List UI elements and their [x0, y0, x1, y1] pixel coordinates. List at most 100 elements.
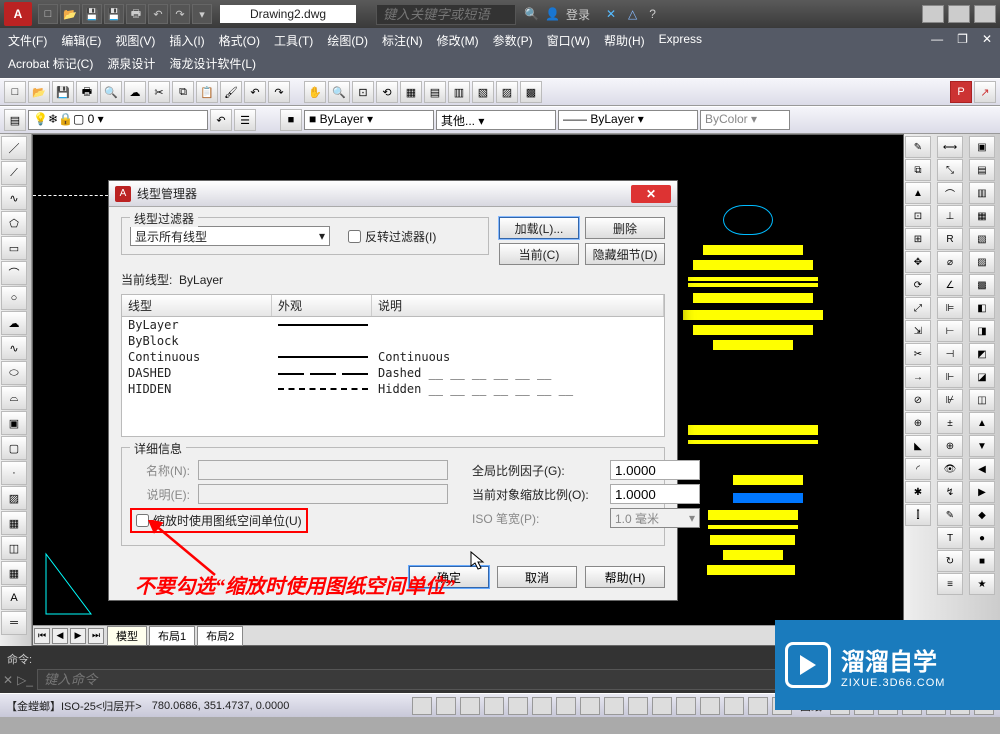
menu-param[interactable]: 参数(P): [493, 32, 533, 49]
rect-icon[interactable]: ▭: [1, 236, 27, 260]
mod-join-icon[interactable]: ⊕: [905, 412, 931, 434]
menu-dim[interactable]: 标注(N): [382, 32, 423, 49]
tb-publish-icon[interactable]: ☁: [124, 81, 146, 103]
tab-model[interactable]: 模型: [107, 626, 147, 646]
undo-icon[interactable]: ↶: [148, 4, 168, 24]
dim-linear-icon[interactable]: ⟷: [937, 136, 963, 158]
dim-space-icon[interactable]: ⊩: [937, 366, 963, 388]
tb-pdf-icon[interactable]: P: [950, 81, 972, 103]
tb-pdf2-icon[interactable]: ↗: [974, 81, 996, 103]
app-logo[interactable]: A: [4, 2, 32, 26]
tb-pan-icon[interactable]: ✋: [304, 81, 326, 103]
tab-prev-icon[interactable]: ◀: [52, 628, 68, 644]
tb-match-icon[interactable]: 🖌: [220, 81, 242, 103]
sb-layout-icon[interactable]: [748, 697, 768, 715]
cmd-close-icon[interactable]: ✕: [3, 673, 13, 687]
dim-update-icon[interactable]: ↻: [937, 550, 963, 572]
block-icon[interactable]: ▣: [1, 411, 27, 435]
tb-prop-icon[interactable]: ▦: [400, 81, 422, 103]
tb-markup-icon[interactable]: ▨: [496, 81, 518, 103]
col-appearance[interactable]: 外观: [272, 295, 372, 316]
sb-3dosnap-icon[interactable]: [532, 697, 552, 715]
dim-diam-icon[interactable]: ⌀: [937, 251, 963, 273]
sb-otrack-icon[interactable]: [556, 697, 576, 715]
minimize-icon[interactable]: —: [922, 5, 944, 23]
ext-6-icon[interactable]: ▨: [969, 251, 995, 273]
tb-ssm-icon[interactable]: ▧: [472, 81, 494, 103]
menu-draw[interactable]: 绘图(D): [327, 32, 368, 49]
dim-style-icon[interactable]: ≡: [937, 573, 963, 595]
obj-scale-input[interactable]: [610, 484, 700, 504]
tb-cut-icon[interactable]: ✂: [148, 81, 170, 103]
help-button[interactable]: 帮助(H): [585, 566, 665, 588]
close-icon[interactable]: ✕: [974, 5, 996, 23]
ext-17-icon[interactable]: ◆: [969, 504, 995, 526]
tab-layout2[interactable]: 布局2: [197, 626, 243, 646]
mdi-max-icon[interactable]: ❐: [957, 32, 968, 49]
layer-prev-icon[interactable]: ↶: [210, 109, 232, 131]
menu-format[interactable]: 格式(O): [219, 32, 260, 49]
dim-qdim-icon[interactable]: ⊫: [937, 297, 963, 319]
ext-8-icon[interactable]: ◧: [969, 297, 995, 319]
layer-mgr-icon[interactable]: ▤: [4, 109, 26, 131]
mod-chamfer-icon[interactable]: ◣: [905, 435, 931, 457]
tb-zoom-icon[interactable]: 🔍: [328, 81, 350, 103]
spline-icon[interactable]: ∿: [1, 186, 27, 210]
menu-hailong[interactable]: 海龙设计软件(L): [169, 55, 256, 72]
ext-3-icon[interactable]: ▥: [969, 182, 995, 204]
new-icon[interactable]: □: [38, 4, 58, 24]
ext-20-icon[interactable]: ★: [969, 573, 995, 595]
tab-layout1[interactable]: 布局1: [149, 626, 195, 646]
cancel-button[interactable]: 取消: [497, 566, 577, 588]
mod-stretch-icon[interactable]: ⇲: [905, 320, 931, 342]
color-btn[interactable]: ■: [280, 109, 302, 131]
linetype-selector[interactable]: 其他... ▾: [436, 110, 556, 130]
ellipse-icon[interactable]: ⬭: [1, 361, 27, 385]
sb-polar-icon[interactable]: [484, 697, 504, 715]
dim-insp-icon[interactable]: 👁: [937, 458, 963, 480]
dim-ord-icon[interactable]: ⊥: [937, 205, 963, 227]
mod-explode-icon[interactable]: ✱: [905, 481, 931, 503]
polyline-icon[interactable]: ⟋: [1, 161, 27, 185]
hatch-icon[interactable]: ▨: [1, 486, 27, 510]
tb-save-icon[interactable]: 💾: [52, 81, 74, 103]
mod-trim-icon[interactable]: ✂: [905, 343, 931, 365]
redo-icon[interactable]: ↷: [170, 4, 190, 24]
menu-tools[interactable]: 工具(T): [274, 32, 313, 49]
arc-icon[interactable]: ⌒: [1, 261, 27, 285]
menu-insert[interactable]: 插入(I): [169, 32, 204, 49]
ext-7-icon[interactable]: ▩: [969, 274, 995, 296]
sb-ducs-icon[interactable]: [580, 697, 600, 715]
dim-break-icon[interactable]: ⊮: [937, 389, 963, 411]
menu-window[interactable]: 窗口(W): [547, 32, 590, 49]
tb-calc-icon[interactable]: ▩: [520, 81, 542, 103]
sb-qp-icon[interactable]: [676, 697, 696, 715]
col-linetype[interactable]: 线型: [122, 295, 272, 316]
save-icon[interactable]: 💾: [82, 4, 102, 24]
line-icon[interactable]: ／: [1, 136, 27, 160]
dialog-close-icon[interactable]: ✕: [631, 185, 671, 203]
text-icon[interactable]: A: [1, 586, 27, 610]
menu-help[interactable]: 帮助(H): [604, 32, 645, 49]
qat-more-icon[interactable]: ▾: [192, 4, 212, 24]
sb-model-icon[interactable]: [724, 697, 744, 715]
ext-18-icon[interactable]: ●: [969, 527, 995, 549]
menu-acrobat[interactable]: Acrobat 标记(C): [8, 55, 93, 72]
revision-icon[interactable]: ☁: [1, 311, 27, 335]
saveas-icon[interactable]: 💾: [104, 4, 124, 24]
dim-aligned-icon[interactable]: ⤡: [937, 159, 963, 181]
spline2-icon[interactable]: ∿: [1, 336, 27, 360]
menu-file[interactable]: 文件(F): [8, 32, 47, 49]
mod-mirror-icon[interactable]: ▲: [905, 182, 931, 204]
tab-next-icon[interactable]: ▶: [70, 628, 86, 644]
ext-15-icon[interactable]: ◀: [969, 458, 995, 480]
dim-edit-icon[interactable]: ✎: [937, 504, 963, 526]
current-button[interactable]: 当前(C): [499, 243, 579, 265]
mod-align-icon[interactable]: ⫿: [905, 504, 931, 526]
sb-osnap-icon[interactable]: [508, 697, 528, 715]
point-icon[interactable]: ·: [1, 461, 27, 485]
ext-13-icon[interactable]: ▲: [969, 412, 995, 434]
exchange-icon[interactable]: ✕: [606, 7, 616, 21]
ext-1-icon[interactable]: ▣: [969, 136, 995, 158]
menu-express[interactable]: Express: [659, 32, 702, 49]
